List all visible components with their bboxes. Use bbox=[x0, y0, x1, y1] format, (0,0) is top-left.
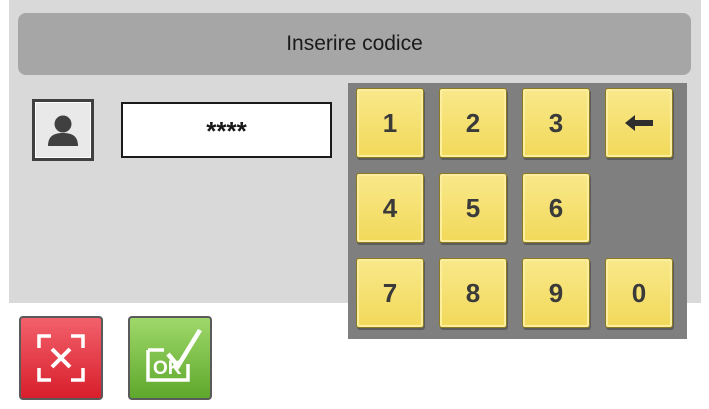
key-4[interactable]: 4 bbox=[356, 173, 424, 243]
key-5[interactable]: 5 bbox=[439, 173, 507, 243]
ok-button[interactable]: OK bbox=[128, 316, 212, 400]
cancel-button[interactable] bbox=[19, 316, 103, 400]
key-3[interactable]: 3 bbox=[522, 88, 590, 158]
dialog-title: Inserire codice bbox=[18, 13, 691, 75]
key-0[interactable]: 0 bbox=[605, 258, 673, 328]
key-8[interactable]: 8 bbox=[439, 258, 507, 328]
user-icon bbox=[32, 99, 94, 161]
cancel-x-icon bbox=[37, 334, 85, 382]
key-2[interactable]: 2 bbox=[439, 88, 507, 158]
key-6[interactable]: 6 bbox=[522, 173, 590, 243]
backspace-arrow-icon bbox=[625, 115, 653, 131]
key-9[interactable]: 9 bbox=[522, 258, 590, 328]
key-7[interactable]: 7 bbox=[356, 258, 424, 328]
ok-label: OK bbox=[153, 358, 182, 379]
code-input-field[interactable]: **** bbox=[121, 102, 332, 158]
backspace-key[interactable] bbox=[605, 88, 673, 158]
ok-check-icon: OK bbox=[146, 328, 202, 382]
numeric-keypad: 1 2 3 4 5 6 7 8 9 0 bbox=[348, 83, 687, 339]
key-1[interactable]: 1 bbox=[356, 88, 424, 158]
